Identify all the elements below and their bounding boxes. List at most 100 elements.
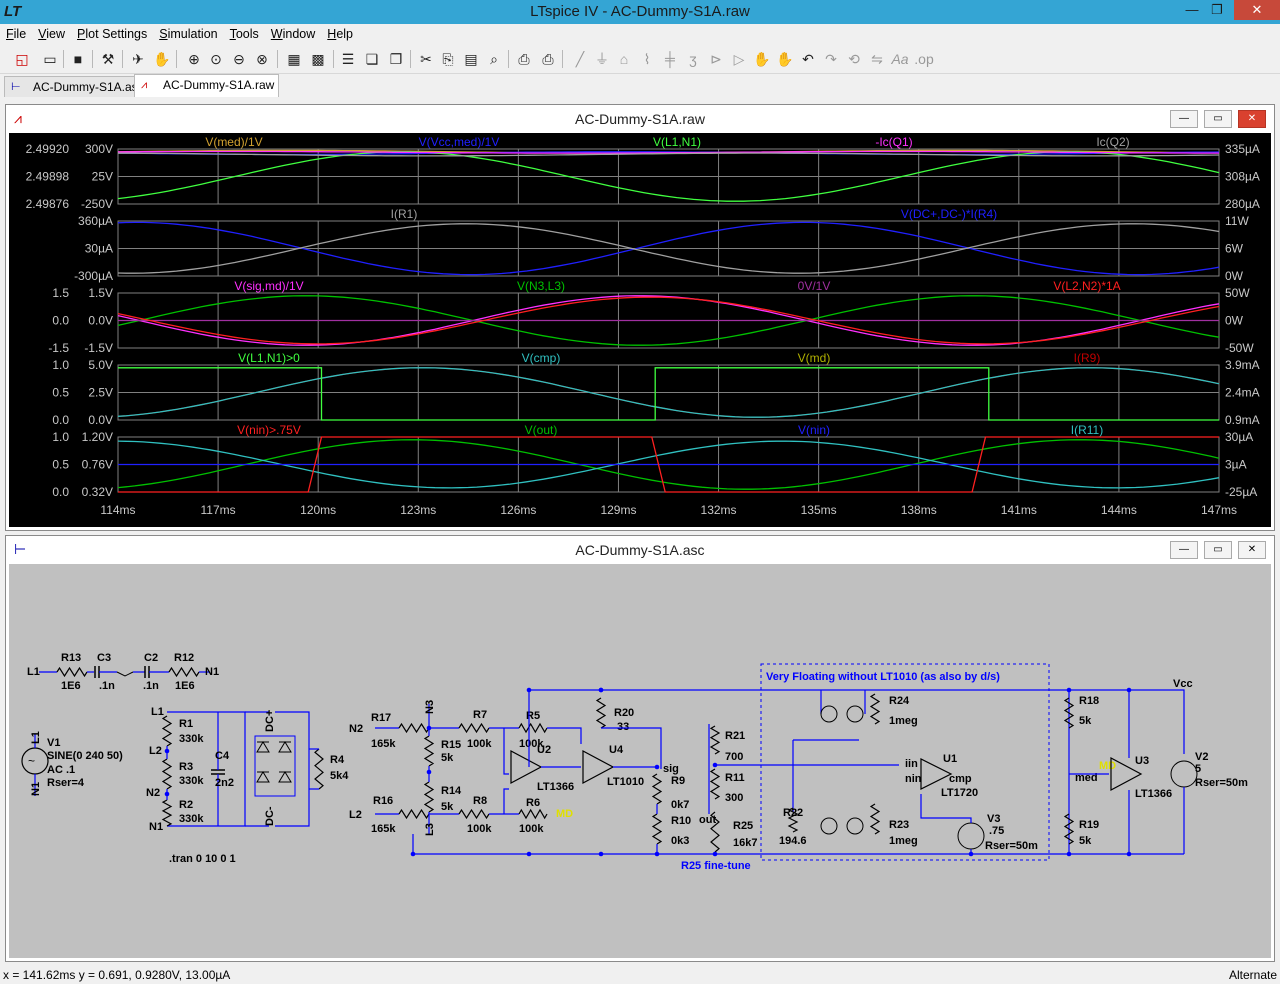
x-tick-label: 114ms	[100, 503, 135, 517]
label-net-icon[interactable]: ⌂	[614, 49, 634, 69]
label-r25ft: R25 fine-tune	[681, 860, 751, 872]
series-label: V(DC+,DC-)*I(R4)	[901, 207, 997, 221]
x-tick-label: 120ms	[300, 503, 336, 517]
text-icon[interactable]: Aa	[890, 49, 910, 69]
label-r3: R3	[179, 761, 193, 773]
schematic-drawing[interactable]: L1 R13 1E6 C3 .1n C2 .1n R12 1E6 N1 ~ V1SINE(0 240 …	[9, 564, 1269, 956]
menu-simulation[interactable]: Simulation	[153, 24, 223, 44]
menu-plot-settings[interactable]: Plot Settings	[71, 24, 153, 44]
redo-icon[interactable]: ↷	[821, 49, 841, 69]
wire	[503, 728, 509, 775]
paste-icon[interactable]: ▤	[461, 49, 481, 69]
print-icon[interactable]: ⎙	[538, 49, 558, 69]
drag-icon[interactable]: ✋	[775, 49, 795, 69]
pan-icon[interactable]: ⊙	[206, 49, 226, 69]
cut-icon[interactable]: ✂	[416, 49, 436, 69]
diode-icon[interactable]: ⊳	[706, 49, 726, 69]
label-md2: MD	[1099, 760, 1116, 772]
label-md: MD	[556, 808, 573, 820]
waveform-minimize-button[interactable]: —	[1170, 110, 1198, 128]
y-tick-label: 1.0	[52, 358, 69, 372]
zoom-fit-icon[interactable]: ⊗	[252, 49, 272, 69]
label-r4: R4	[330, 754, 345, 766]
cascade-icon[interactable]: ❏	[362, 49, 382, 69]
label-r20: R20	[614, 707, 634, 719]
print-preview-icon[interactable]: ⎙	[514, 49, 534, 69]
x-tick-label: 117ms	[201, 503, 236, 517]
tab-waveform[interactable]: ⩘ AC-Dummy-S1A.raw	[134, 74, 280, 97]
zoom-area-icon[interactable]: ⊕	[184, 49, 204, 69]
menu-file[interactable]: File	[0, 24, 32, 44]
wire	[503, 788, 509, 814]
waveform-restore-button[interactable]: ▭	[1204, 110, 1232, 128]
tile-vertical-icon[interactable]: ❐	[386, 49, 406, 69]
tab-schematic[interactable]: ⊢ AC-Dummy-S1A.asc	[4, 76, 149, 97]
waveform-close-button[interactable]: ✕	[1238, 110, 1266, 128]
save-icon[interactable]: ■	[68, 49, 88, 69]
copy-icon[interactable]: ⎘	[438, 49, 458, 69]
resistor	[423, 735, 435, 767]
grid-icon[interactable]: ▩	[308, 49, 328, 69]
run-icon[interactable]: ✈	[128, 49, 148, 69]
halt-icon[interactable]: ✋	[152, 49, 172, 69]
junction-dot	[1126, 851, 1132, 857]
schematic-window-titlebar: ⊢ AC-Dummy-S1A.asc — ▭ ✕	[6, 536, 1274, 564]
y-tick-label: 0.0	[52, 314, 69, 328]
autorange-icon[interactable]: ▦	[284, 49, 304, 69]
mirror-icon[interactable]: ⇋	[867, 49, 887, 69]
capacitor-icon[interactable]: ╪	[660, 49, 680, 69]
find-icon[interactable]: ⌕	[484, 49, 504, 69]
y-tick-label: 2.49876	[26, 197, 70, 211]
rotate-icon[interactable]: ⟲	[844, 49, 864, 69]
tile-horizontal-icon[interactable]: ☰	[338, 49, 358, 69]
label-r1: R1	[179, 718, 193, 730]
label-u3v: LT1366	[1135, 788, 1172, 800]
label-r14v: 5k	[441, 801, 454, 813]
undo-icon[interactable]: ↶	[798, 49, 818, 69]
schematic-close-button[interactable]: ✕	[1238, 541, 1266, 559]
menu-window[interactable]: Window	[265, 24, 321, 44]
zoom-out-icon[interactable]: ⊖	[229, 49, 249, 69]
y2-tick-label: 5.0V	[88, 358, 113, 372]
label-c3v: .1n	[99, 680, 115, 692]
waveform-plot-area[interactable]: 2.49920 2.49898 2.49876 300V 25V -250V 335µA 30…	[9, 133, 1271, 527]
title-bar: LT LTspice IV - AC-Dummy-S1A.raw — ❐ ✕	[0, 0, 1280, 24]
label-n3: N3	[424, 700, 436, 714]
schematic-minimize-button[interactable]: —	[1170, 541, 1198, 559]
voltage-source	[1170, 760, 1198, 788]
schematic-canvas[interactable]: L1 R13 1E6 C3 .1n C2 .1n R12 1E6 N1 ~ V1 SINE(0 240 …	[9, 564, 1271, 958]
label-v3v: .75	[989, 825, 1004, 837]
junction-dot	[1126, 687, 1132, 693]
label-c4v: 2n2	[215, 777, 234, 789]
waveform-chart[interactable]: 2.49920 2.49898 2.49876 300V 25V -250V 335µA 30…	[9, 133, 1269, 525]
label-r17: R17	[371, 712, 391, 724]
resistor-icon[interactable]: ⌇	[637, 49, 657, 69]
spice-directive-icon[interactable]: .op	[914, 49, 934, 69]
restore-button[interactable]: ❐	[1209, 0, 1225, 20]
wire-icon[interactable]: ╱	[570, 49, 590, 69]
resistor	[1063, 697, 1075, 729]
inductor-icon[interactable]: ʒ	[683, 49, 703, 69]
open-schematic-icon[interactable]: ◱	[12, 49, 32, 69]
close-button[interactable]: ✕	[1234, 0, 1280, 20]
component-icon[interactable]: ▷	[729, 49, 749, 69]
transistor-symbol	[820, 705, 838, 723]
schematic-restore-button[interactable]: ▭	[1204, 541, 1232, 559]
menu-tools[interactable]: Tools	[224, 24, 265, 44]
label-u3: U3	[1135, 755, 1149, 767]
x-tick-label: 132ms	[701, 503, 737, 517]
menu-view[interactable]: View	[32, 24, 71, 44]
label-r11: R11	[725, 772, 745, 784]
junction-dot	[598, 687, 604, 693]
minimize-button[interactable]: —	[1184, 0, 1200, 20]
junction-dot	[1066, 851, 1072, 857]
ground-icon[interactable]: ⏚	[592, 49, 612, 69]
open-file-icon[interactable]: ▭	[40, 49, 60, 69]
x-tick-label: 141ms	[1001, 503, 1037, 517]
x-tick-label: 147ms	[1201, 503, 1237, 517]
menu-help[interactable]: Help	[321, 24, 359, 44]
move-icon[interactable]: ✋	[752, 49, 772, 69]
y2-tick-label: 0.0V	[88, 413, 113, 427]
control-panel-icon[interactable]: ⚒	[98, 49, 118, 69]
junction-dot	[1066, 687, 1072, 693]
